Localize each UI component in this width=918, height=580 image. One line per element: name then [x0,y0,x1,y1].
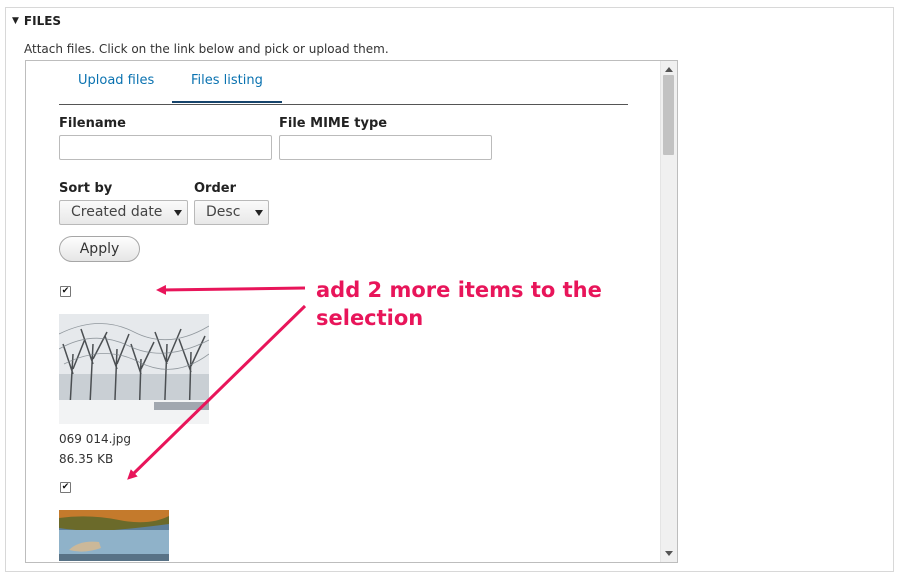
scroll-thumb[interactable] [663,75,674,155]
scroll-up-arrow-icon[interactable] [665,67,673,72]
order-select[interactable]: Desc [194,200,269,225]
collapse-triangle-icon: ▼ [12,16,19,26]
file-thumbnail-1[interactable] [59,314,209,424]
mime-type-input[interactable] [279,135,492,160]
callout-line-1: add 2 more items to the [316,278,602,302]
order-label: Order [194,181,236,196]
tab-files-listing[interactable]: Files listing [172,62,282,103]
scroll-down-arrow-icon[interactable] [665,551,673,556]
file-thumbnail-2[interactable] [59,510,169,561]
order-value: Desc [206,204,241,220]
sort-by-label: Sort by [59,181,113,196]
apply-button[interactable]: Apply [59,236,140,262]
callout-line-2: selection [316,306,424,330]
files-legend-toggle[interactable]: ▼ FILES [12,14,61,28]
file-select-checkbox-1[interactable]: ✔ [60,286,71,297]
file-name-1: 069 014.jpg [59,432,132,446]
file-browser-tabs: Upload files Files listing [59,62,628,105]
frame-scrollbar[interactable] [660,61,677,562]
filename-input[interactable] [59,135,272,160]
sort-by-select[interactable]: Created date [59,200,188,225]
files-legend: FILES [23,14,62,28]
callout-annotation: add 2 more items to the selection [316,276,616,332]
sort-by-value: Created date [71,204,163,220]
file-size-1: 86.35 KB [59,452,114,466]
tab-upload-files[interactable]: Upload files [59,62,173,103]
dropdown-arrow-icon [255,210,263,216]
filename-label: Filename [59,116,126,131]
mime-type-label: File MIME type [279,116,388,131]
dropdown-arrow-icon [174,210,182,216]
file-select-checkbox-2[interactable]: ✔ [60,482,71,493]
files-description: Attach files. Click on the link below an… [24,42,389,56]
